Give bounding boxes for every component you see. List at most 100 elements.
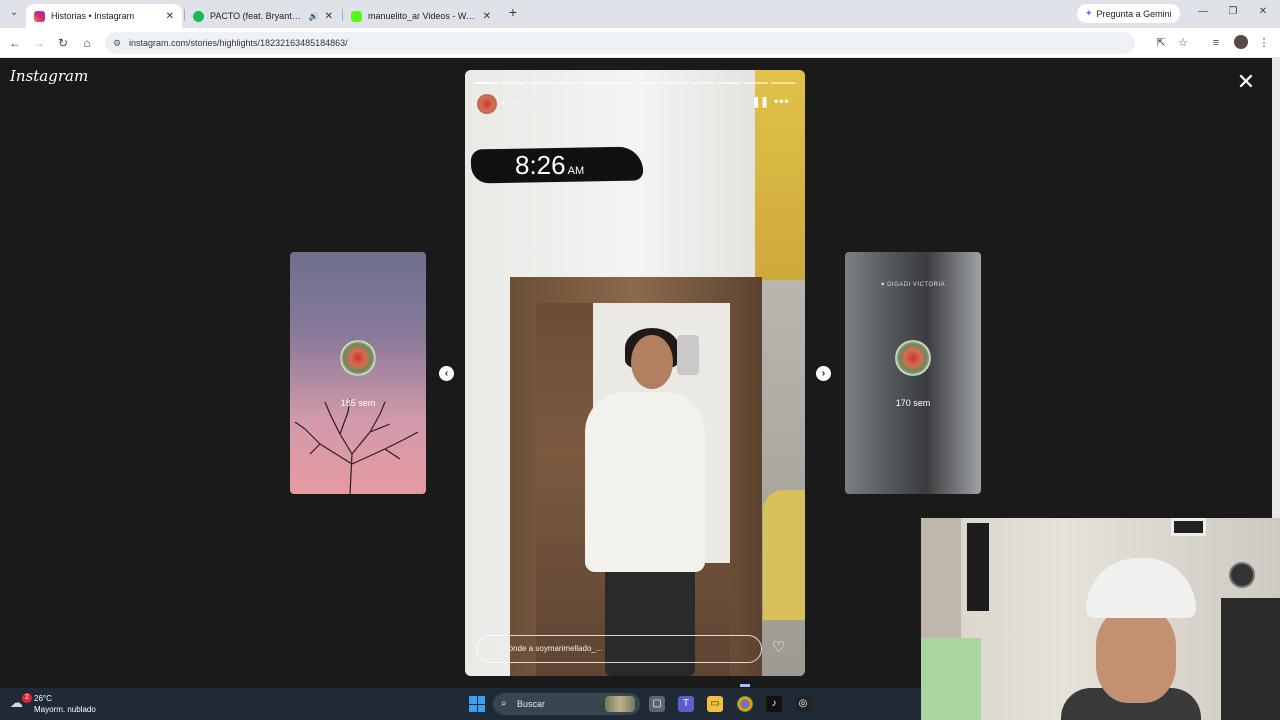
progress-segment [528,82,553,84]
webcam-detail [1171,518,1206,536]
progress-segment [744,82,769,84]
forward-arrow-icon[interactable]: → [31,35,47,51]
progress-segment [555,82,580,84]
reload-icon[interactable]: ↻ [55,35,71,51]
search-icon: ⌕ [501,698,507,709]
tab-title: manuelito_ar Videos - Watch O [368,11,477,21]
media-controls-icon[interactable]: ≡ [1208,35,1224,51]
active-app-indicator [740,684,750,687]
preview-tag: ♥ DIGADI VICTORIA [880,282,946,288]
tab-audio-icon[interactable]: 🔊 [309,12,319,21]
progress-segment [771,82,796,84]
tiktok-icon[interactable]: ♪ [766,696,782,712]
close-story-icon[interactable]: ✕ [1236,71,1256,93]
close-window-icon[interactable]: ✕ [1256,6,1270,17]
webcam-detail [967,523,989,611]
bookmark-star-icon[interactable]: ☆ [1175,35,1191,51]
current-story[interactable]: ◗ 86 sem ❚❚ ••• 8:26 AM Responde a soymar… [465,70,805,676]
tab-kick[interactable]: manuelito_ar Videos - Watch O ✕ [343,4,499,28]
kick-favicon-icon [351,10,362,22]
next-story-preview[interactable]: ♥ DIGADI VICTORIA 170 sem [845,252,981,494]
address-bar-row: ← → ↻ ⌂ ⚙ instagram.com/stories/highligh… [0,28,1280,58]
tab-instagram[interactable]: Historias • Instagram ✕ [26,4,182,28]
progress-segment [717,82,742,84]
tab-close-icon[interactable]: ✕ [483,11,491,22]
search-highlight-image [605,696,635,712]
next-story-button[interactable]: › [816,366,831,381]
audio-icon[interactable]: ◗ [501,98,506,107]
windows-start-icon[interactable] [469,696,485,712]
progress-segment [663,82,688,84]
preview-timestamp: 170 sem [895,398,931,408]
tab-search-icon[interactable]: ⌄ [6,5,22,21]
like-heart-icon[interactable]: ♡ [772,638,785,656]
previous-story-button[interactable]: ‹ [439,366,454,381]
task-view-icon[interactable]: ▢ [649,696,665,712]
site-info-icon[interactable]: ⚙ [113,32,121,54]
progress-segment [636,82,661,84]
profile-avatar[interactable] [1234,35,1248,49]
webcam-detail [921,638,981,720]
weather-temperature[interactable]: 26°C [34,694,52,703]
browser-tab-bar: ⌄ Historias • Instagram ✕ PACTO (feat. B… [0,0,1280,28]
spotify-favicon-icon [193,10,204,22]
story-avatar [895,340,931,376]
pause-icon[interactable]: ❚❚ [752,97,769,108]
webcam-person-cap [1086,558,1196,618]
home-icon[interactable]: ⌂ [79,35,95,51]
sticker-ampm: AM [567,165,585,177]
story-author-avatar[interactable] [477,94,497,114]
new-tab-icon[interactable]: + [506,5,520,21]
windows-taskbar: ☁ 2 26°C Mayorm. nublado ⌕ Buscar ▢ T ▭ … [0,688,921,720]
previous-story-preview[interactable]: 185 sem [290,252,426,494]
person-body [585,392,705,572]
more-options-icon[interactable]: ••• [774,94,790,108]
progress-segment [475,82,499,84]
scrollbar[interactable] [1272,58,1280,518]
time-sticker-text: 8:26 AM [515,150,584,181]
phone [677,335,699,375]
tree-silhouette-icon [294,398,419,494]
maximize-icon[interactable]: ❐ [1226,6,1240,17]
story-progress-bar [475,82,796,84]
sticker-time: 8:26 [515,150,566,180]
back-arrow-icon[interactable]: ← [7,35,23,51]
tab-close-icon[interactable]: ✕ [325,11,333,22]
browser-menu-icon[interactable]: ⋮ [1256,35,1272,51]
gemini-button[interactable]: ✦ Pregunta a Gemini [1077,4,1180,23]
webcam-overlay [921,518,1280,720]
notification-badge: 2 [22,693,32,703]
tab-title: PACTO (feat. Bryant Myers & [210,11,303,21]
reply-input[interactable]: Responde a soymarimellado_... [476,635,762,663]
progress-segment [582,82,607,84]
install-app-icon[interactable]: ⇱ [1153,35,1169,51]
webcam-detail [1221,598,1280,720]
tab-spotify[interactable]: PACTO (feat. Bryant Myers & 🔊 ✕ [185,4,341,28]
gemini-icon: ✦ [1085,8,1093,18]
progress-segment [501,82,526,84]
gemini-label: Pregunta a Gemini [1096,8,1172,19]
preview-timestamp: 185 sem [340,398,376,408]
story-photo-detail [763,490,805,620]
webcam-person-face [1096,608,1176,703]
tab-close-icon[interactable]: ✕ [166,11,174,22]
taskbar-search-input[interactable]: ⌕ Buscar [493,693,640,715]
instagram-favicon-icon [34,10,45,22]
teams-icon[interactable]: T [678,696,694,712]
search-placeholder: Buscar [517,699,546,709]
url-text: instagram.com/stories/highlights/1823216… [129,38,348,48]
app-icon[interactable]: ◎ [795,696,811,712]
story-age: 86 sem [512,99,539,108]
progress-segment [609,82,634,84]
webcam-detail [1229,562,1255,588]
instagram-logo[interactable]: Instagram [10,67,88,85]
url-field[interactable]: ⚙ instagram.com/stories/highlights/18232… [105,32,1135,54]
progress-segment [690,82,715,84]
file-explorer-icon[interactable]: ▭ [707,696,723,712]
weather-description[interactable]: Mayorm. nublado [34,705,96,714]
tab-title: Historias • Instagram [51,11,135,21]
story-avatar [340,340,376,376]
chrome-icon[interactable] [737,696,753,712]
person-head [631,335,673,389]
minimize-icon[interactable]: — [1196,6,1210,17]
